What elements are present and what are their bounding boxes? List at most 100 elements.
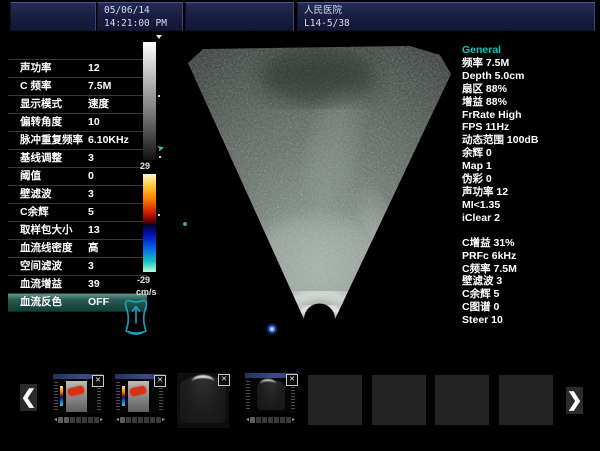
info-line: C频率 7.5M xyxy=(462,263,598,276)
thumbnail-probe-arc xyxy=(192,375,214,388)
info-line: Steer 10 xyxy=(462,314,598,327)
param-label: 取样包大小 xyxy=(20,222,73,239)
param-value: 10 xyxy=(88,114,100,131)
info-line: FPS 11Hz xyxy=(462,121,598,134)
param-label: 阈值 xyxy=(20,168,41,185)
info-line: C图谱 0 xyxy=(462,301,598,314)
param-value: 0 xyxy=(88,168,94,185)
close-icon[interactable]: ✕ xyxy=(286,374,298,386)
param-value: 7.5M xyxy=(88,78,111,95)
parameter-menu: 声功率 12 C 频率 7.5M 显示模式 速度 偏转角度 10 脉冲重复频率 … xyxy=(8,59,147,312)
prev-thumbnails-button[interactable]: ❮ xyxy=(20,384,37,411)
param-row-wall-filter[interactable]: 壁滤波 3 xyxy=(8,186,147,204)
tgc-cursor-icon[interactable]: ➤ xyxy=(156,142,166,154)
grayscale-bar xyxy=(143,42,156,160)
thumbnail-slot-empty xyxy=(435,375,489,425)
info-line: 频率 7.5M xyxy=(462,57,598,70)
preset-label: General xyxy=(462,44,598,57)
info-line: Map 1 xyxy=(462,160,598,173)
info-line: FrRate High xyxy=(462,109,598,122)
param-label: 血流增益 xyxy=(20,276,62,293)
param-label: 显示模式 xyxy=(20,96,62,113)
param-row-c-frequency[interactable]: C 频率 7.5M xyxy=(8,78,147,96)
param-label: 基线调整 xyxy=(20,150,62,167)
thumbnail-text-column xyxy=(54,382,58,410)
param-label: C 频率 xyxy=(20,78,52,95)
param-row-prf[interactable]: 脉冲重复频率 6.10KHz xyxy=(8,132,147,150)
thumbnail-ministrip: ◂ ▸ xyxy=(54,416,103,424)
param-row-packet-size[interactable]: 取样包大小 13 xyxy=(8,222,147,240)
param-row-acoustic-power[interactable]: 声功率 12 xyxy=(8,59,147,78)
param-label: 脉冲重复频率 xyxy=(20,132,83,149)
info-line: MI<1.35 xyxy=(462,199,598,212)
param-row-threshold[interactable]: 阈值 0 xyxy=(8,168,147,186)
close-icon[interactable]: ✕ xyxy=(218,374,230,386)
color-velocity-bar xyxy=(143,174,156,272)
scale-tick-dot xyxy=(158,95,160,97)
next-thumbnails-button[interactable]: ❯ xyxy=(566,387,583,414)
thumbnail-2[interactable]: ✕ xyxy=(115,374,165,413)
scale-tick-dot xyxy=(159,156,161,158)
header-box-empty-1 xyxy=(10,2,96,31)
thumbnail-slot-empty xyxy=(372,375,426,425)
close-icon[interactable]: ✕ xyxy=(154,375,166,387)
info-line: 声功率 12 xyxy=(462,186,598,199)
param-value: OFF xyxy=(88,294,109,311)
thumbnail-slot-empty xyxy=(308,375,362,425)
ministrip-prev-icon: ◂ xyxy=(54,416,57,424)
param-label: 血流反色 xyxy=(20,294,62,311)
header-time: 14:21:00 PM xyxy=(104,17,176,30)
thumbnail-probe-arc xyxy=(260,379,276,389)
thumbnail-ministrip: ◂ ▸ xyxy=(116,416,165,424)
image-info-panel: General 频率 7.5M Depth 5.0cm 扇区 88% 增益 88… xyxy=(462,44,598,327)
thumbnail-ministrip: ◂ ▸ xyxy=(246,416,295,424)
thumbnail-colorbar xyxy=(60,386,63,406)
velocity-max-label: 29 xyxy=(140,161,150,171)
param-row-color-gain[interactable]: 血流增益 39 xyxy=(8,276,147,294)
ministrip-next-icon: ▸ xyxy=(292,416,295,424)
thumbnail-3[interactable]: ✕ xyxy=(177,373,229,428)
param-label: C余辉 xyxy=(20,204,49,221)
focus-marker-dot xyxy=(183,222,187,226)
info-line: C增益 31% xyxy=(462,237,598,250)
param-label: 壁滤波 xyxy=(20,186,52,203)
header-date: 05/06/14 xyxy=(104,4,176,17)
ministrip-next-icon: ▸ xyxy=(162,416,165,424)
param-row-spatial-filter[interactable]: 空间滤波 3 xyxy=(8,258,147,276)
thumbnail-1[interactable]: ✕ xyxy=(53,374,103,413)
info-line: 动态范围 100dB xyxy=(462,134,598,147)
hospital-name: 人民医院 xyxy=(304,4,588,17)
ultrasound-image[interactable] xyxy=(183,25,457,342)
header-datetime: 05/06/14 14:21:00 PM xyxy=(97,2,183,31)
param-label: 声功率 xyxy=(20,60,52,77)
gain-marker-triangle-icon xyxy=(156,35,162,39)
ministrip-prev-icon: ◂ xyxy=(116,416,119,424)
param-value: 13 xyxy=(88,222,100,239)
info-line: 扇区 88% xyxy=(462,83,598,96)
close-icon[interactable]: ✕ xyxy=(92,375,104,387)
info-line: C余辉 5 xyxy=(462,288,598,301)
body-marker-icon[interactable] xyxy=(119,296,153,343)
param-label: 空间滤波 xyxy=(20,258,62,275)
info-line: iClear 2 xyxy=(462,212,598,225)
param-label: 血流线密度 xyxy=(20,240,73,257)
param-row-c-persistence[interactable]: C余辉 5 xyxy=(8,204,147,222)
param-row-baseline[interactable]: 基线调整 3 xyxy=(8,150,147,168)
info-line: 壁滤波 3 xyxy=(462,275,598,288)
param-label: 偏转角度 xyxy=(20,114,62,131)
param-value: 速度 xyxy=(88,96,109,113)
info-line: 伪彩 0 xyxy=(462,173,598,186)
scale-tick-dot xyxy=(158,214,160,216)
thumbnail-colorbar xyxy=(122,386,125,406)
thumbnail-4[interactable]: ✕ xyxy=(245,373,297,413)
param-row-line-density[interactable]: 血流线密度 高 xyxy=(8,240,147,258)
param-row-steer-angle[interactable]: 偏转角度 10 xyxy=(8,114,147,132)
ministrip-next-icon: ▸ xyxy=(100,416,103,424)
param-value: 39 xyxy=(88,276,100,293)
info-line: Depth 5.0cm xyxy=(462,70,598,83)
velocity-min-label: -29 xyxy=(137,275,150,285)
param-value: 5 xyxy=(88,204,94,221)
param-row-display-mode[interactable]: 显示模式 速度 xyxy=(8,96,147,114)
param-value: 高 xyxy=(88,240,99,257)
info-line: 余辉 0 xyxy=(462,147,598,160)
